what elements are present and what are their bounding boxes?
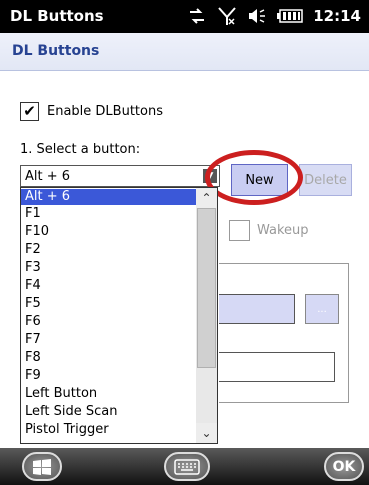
keyboard-icon xyxy=(174,458,200,475)
browse-button[interactable]: ... xyxy=(305,294,339,324)
status-app-title: DL Buttons xyxy=(10,7,104,25)
list-item[interactable]: Left Button xyxy=(21,386,196,402)
start-button[interactable] xyxy=(22,452,62,481)
status-bar: DL Buttons 12:14 xyxy=(0,0,369,33)
clock[interactable]: 12:14 xyxy=(313,7,361,25)
wakeup-checkbox[interactable] xyxy=(229,220,250,241)
delete-button[interactable]: Delete xyxy=(299,164,352,196)
list-item[interactable]: F9 xyxy=(21,368,196,384)
keyboard-button[interactable] xyxy=(164,452,210,481)
key-field[interactable] xyxy=(219,294,295,324)
title-bar: DL Buttons xyxy=(0,33,369,71)
list-item[interactable]: F6 xyxy=(21,314,196,330)
delete-button-label: Delete xyxy=(304,172,347,188)
list-item[interactable]: F4 xyxy=(21,278,196,294)
enable-dlbuttons-checkbox[interactable]: ✔ xyxy=(20,102,39,121)
list-item[interactable]: F5 xyxy=(21,296,196,312)
list-item[interactable]: F8 xyxy=(21,350,196,366)
settings-group-frame xyxy=(219,263,349,403)
list-item[interactable]: F3 xyxy=(21,260,196,276)
windows-logo-icon xyxy=(33,458,51,475)
list-scrollbar[interactable]: ⌃ ⌄ xyxy=(196,188,217,443)
no-signal-icon[interactable] xyxy=(217,6,237,26)
ok-button[interactable]: OK xyxy=(324,452,364,481)
scroll-up-icon[interactable]: ⌃ xyxy=(196,188,217,208)
button-dropdown-list[interactable]: Alt + 6 F1 F10 F2 F3 F4 F5 F6 F7 F8 F9 L… xyxy=(20,187,218,444)
checkmark-icon: ✔ xyxy=(23,102,36,120)
button-select-combo[interactable]: Alt + 6 ▼ xyxy=(20,165,220,187)
select-button-label: 1. Select a button: xyxy=(20,142,141,157)
status-icons: 12:14 xyxy=(187,5,361,27)
page-title: DL Buttons xyxy=(12,43,100,59)
wakeup-row[interactable]: Wakeup xyxy=(229,220,309,241)
ok-button-label: OK xyxy=(332,458,356,475)
list-item[interactable]: Pistol Trigger xyxy=(21,422,196,438)
combo-selected-value: Alt + 6 xyxy=(25,169,71,184)
list-item[interactable]: F1 xyxy=(21,206,196,222)
battery-icon[interactable] xyxy=(277,9,303,23)
highlight-annotation-circle xyxy=(205,150,303,205)
list-item[interactable]: F7 xyxy=(21,332,196,348)
enable-dlbuttons-label: Enable DLButtons xyxy=(47,104,163,119)
scroll-down-icon[interactable]: ⌄ xyxy=(196,423,217,443)
wakeup-label: Wakeup xyxy=(257,223,309,238)
list-item[interactable]: F2 xyxy=(21,242,196,258)
browse-button-label: ... xyxy=(317,303,327,315)
taskbar: OK xyxy=(0,448,369,485)
connectivity-icon[interactable] xyxy=(187,7,207,25)
list-item[interactable]: Alt + 6 xyxy=(21,189,196,205)
value-field[interactable] xyxy=(219,352,335,382)
enable-dlbuttons-row[interactable]: ✔ Enable DLButtons xyxy=(20,102,163,121)
volume-icon[interactable] xyxy=(247,7,267,25)
scroll-thumb[interactable] xyxy=(197,208,216,368)
list-item[interactable]: Left Side Scan xyxy=(21,404,196,420)
list-item[interactable]: F10 xyxy=(21,224,196,240)
